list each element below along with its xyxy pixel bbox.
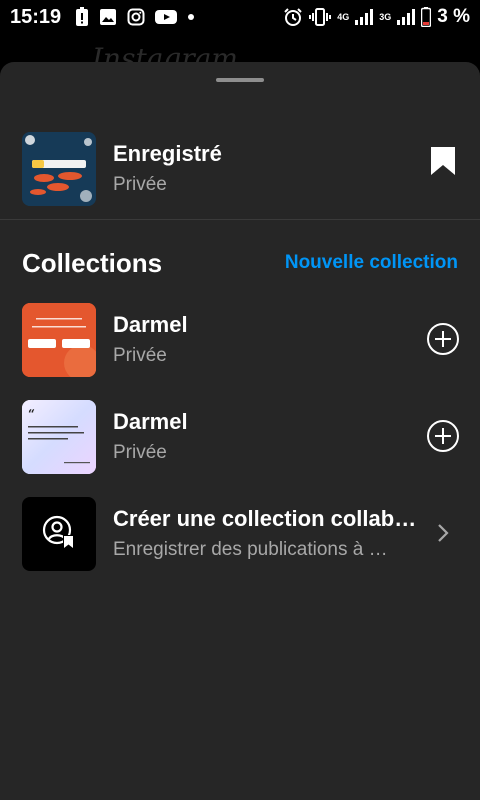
network-4g-label: 4G: [337, 11, 350, 22]
add-circle-icon[interactable]: [426, 419, 460, 453]
battery-percent: 3 %: [437, 6, 470, 27]
new-collection-button[interactable]: Nouvelle collection: [285, 252, 458, 274]
signal-icon: [355, 9, 374, 25]
collection-privacy: Privée: [113, 442, 167, 463]
chevron-right-icon[interactable]: [436, 522, 450, 544]
saved-title: Enregistré: [113, 141, 222, 166]
alarm-icon: [283, 7, 303, 27]
collection-title: Darmel: [113, 312, 188, 337]
saved-privacy: Privée: [113, 174, 167, 195]
instagram-icon: [127, 8, 145, 26]
collection-privacy: Privée: [113, 345, 167, 366]
saved-row[interactable]: Enregistré Privée: [0, 120, 480, 218]
network-3g-label: 3G: [379, 11, 392, 22]
collection-thumbnail: “: [22, 400, 96, 474]
collections-header: Collections Nouvelle collection: [22, 244, 458, 282]
collab-user-bookmark-icon: [41, 514, 77, 555]
signal-icon: [397, 9, 416, 25]
collection-row[interactable]: “ Darmel Privée: [0, 397, 480, 477]
collab-title: Créer une collection collab…: [113, 506, 417, 531]
collections-heading: Collections: [22, 247, 163, 278]
gallery-icon: [99, 8, 117, 26]
dot-icon: [187, 13, 195, 21]
collection-thumbnail: [22, 303, 96, 377]
bookmark-icon[interactable]: [430, 146, 456, 176]
create-collab-collection-row[interactable]: Créer une collection collab… Enregistrer…: [0, 494, 480, 574]
save-to-collection-sheet: Enregistré Privée Collections Nouvelle c…: [0, 62, 480, 800]
status-bar: 15:19 4G 3G 3 %: [0, 0, 480, 34]
battery-icon: [421, 7, 432, 27]
collection-title: Darmel: [113, 409, 188, 434]
saved-thumbnail: [22, 132, 96, 206]
add-circle-icon[interactable]: [426, 322, 460, 356]
drag-handle[interactable]: [216, 78, 264, 82]
youtube-icon: [155, 9, 178, 25]
alert-icon: [75, 7, 89, 27]
vibrate-icon: [309, 8, 332, 26]
collection-row[interactable]: Darmel Privée: [0, 300, 480, 380]
divider: [0, 219, 480, 220]
collab-thumbnail: [22, 497, 96, 571]
svg-text:“: “: [28, 407, 35, 421]
status-time: 15:19: [10, 5, 62, 28]
collab-subtitle: Enregistrer des publications à …: [113, 539, 388, 560]
